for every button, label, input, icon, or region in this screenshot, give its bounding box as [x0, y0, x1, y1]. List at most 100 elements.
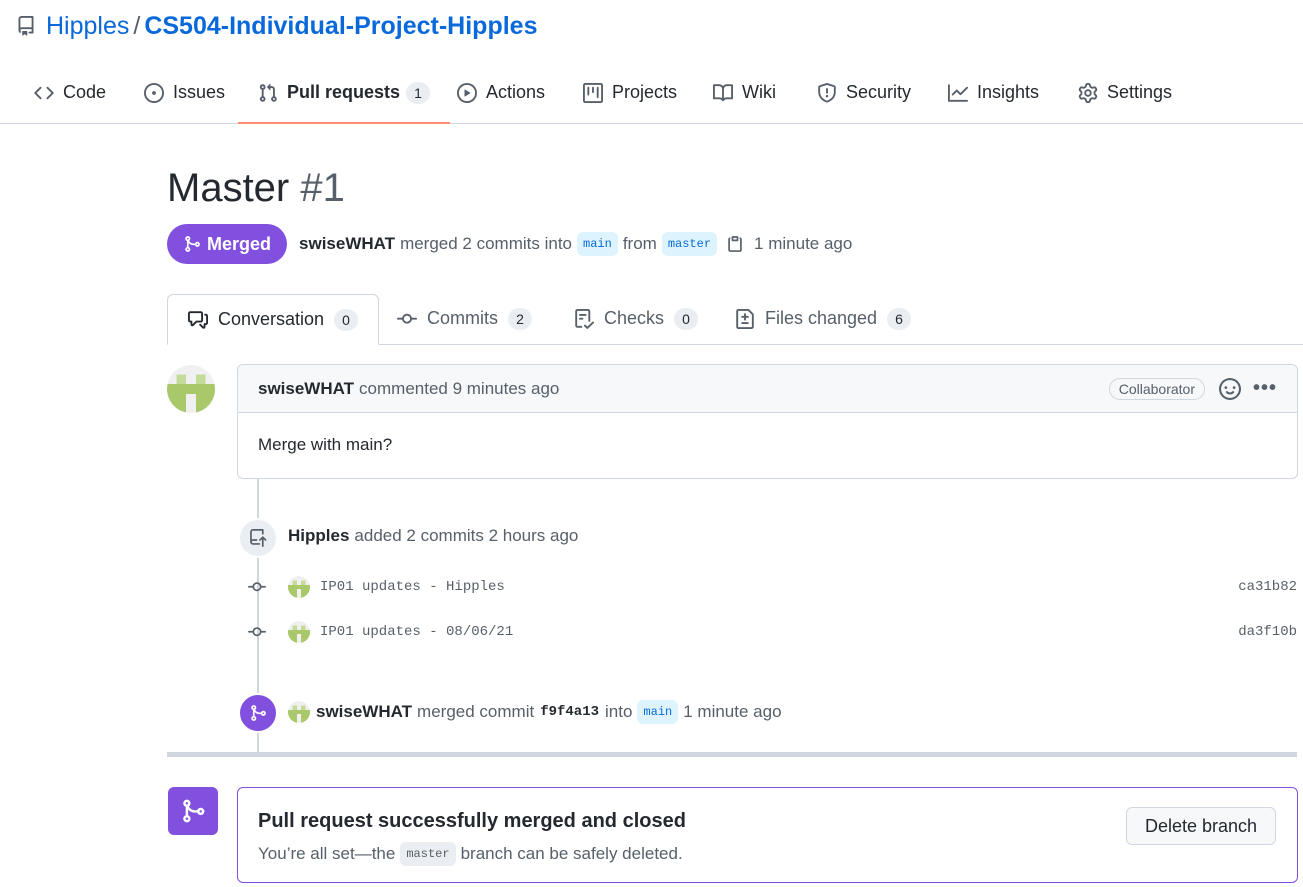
- tab-conversation[interactable]: Conversation 0: [167, 294, 380, 345]
- git-merge-icon: [251, 705, 266, 721]
- commit-icon: [248, 627, 266, 637]
- copy-icon[interactable]: [726, 235, 744, 253]
- tab-files-changed-counter: 6: [887, 307, 912, 330]
- merge-status-box: Pull request successfully merged and clo…: [237, 787, 1298, 883]
- merged-status-icon-box: [168, 787, 218, 835]
- nav-code[interactable]: Code: [34, 62, 106, 123]
- merge-sub-after: branch can be safely deleted.: [460, 844, 683, 863]
- delete-branch-button[interactable]: Delete branch: [1126, 807, 1276, 845]
- comment-author-link[interactable]: swiseWHAT: [258, 379, 354, 399]
- nav-actions[interactable]: Actions: [457, 62, 545, 123]
- pr-number: #1: [300, 166, 345, 210]
- graph-icon: [948, 83, 968, 102]
- merged-state-badge: Merged: [167, 224, 288, 264]
- nav-wiki-label: Wiki: [742, 82, 776, 102]
- shield-icon: [818, 82, 836, 103]
- list-item: IP01 updates - Hipples ca31b82: [248, 574, 1297, 600]
- tab-files-changed[interactable]: Files changed 6: [735, 294, 912, 343]
- git-merge-icon: [185, 236, 200, 252]
- merge-commit-sha-link[interactable]: f9f4a13: [540, 704, 599, 720]
- pr-author-link[interactable]: swiseWHAT: [299, 234, 395, 254]
- avatar[interactable]: [288, 701, 310, 723]
- commits-author-link[interactable]: Hipples: [288, 526, 349, 546]
- repo-icon: [18, 16, 34, 36]
- avatar[interactable]: [288, 576, 310, 598]
- code-icon: [34, 86, 54, 99]
- project-icon: [583, 82, 603, 103]
- repo-header: Hipples / CS504-Individual-Project-Hippl…: [16, 8, 537, 44]
- comment-box: swiseWHAT commented 9 minutes ago Collab…: [237, 364, 1298, 479]
- tab-commits[interactable]: Commits 2: [397, 294, 532, 343]
- comment-discussion-icon: [188, 310, 208, 329]
- merge-author-link[interactable]: swiseWHAT: [316, 702, 412, 722]
- pr-merged-text: merged 2 commits into: [400, 234, 573, 253]
- merge-event-badge: [238, 693, 278, 733]
- merged-state-label: Merged: [207, 233, 272, 254]
- nav-settings-label: Settings: [1107, 82, 1173, 102]
- play-icon: [457, 82, 477, 103]
- kebab-horizontal-icon[interactable]: •••: [1253, 377, 1277, 400]
- pr-title-text: Master: [167, 166, 290, 210]
- nav-security-label: Security: [846, 82, 912, 102]
- nav-insights[interactable]: Insights: [948, 62, 1039, 123]
- avatar[interactable]: [288, 621, 310, 643]
- tab-commits-counter: 2: [508, 307, 532, 330]
- book-icon: [713, 83, 733, 101]
- repo-owner-link[interactable]: Hipples: [46, 12, 129, 41]
- commits-added-text: added 2 commits 2 hours ago: [354, 526, 579, 545]
- merge-branch-label[interactable]: main: [637, 700, 679, 724]
- nav-pull-requests[interactable]: Pull requests 1: [237, 62, 451, 124]
- file-diff-icon: [736, 308, 754, 329]
- comment-action-text: commented 9 minutes ago: [359, 378, 560, 398]
- tab-conversation-label: Conversation: [218, 309, 325, 329]
- tab-checks-counter: 0: [674, 307, 699, 330]
- merge-sub-branch[interactable]: master: [400, 842, 456, 866]
- commit-sha-link[interactable]: ca31b82: [1238, 579, 1297, 595]
- avatar[interactable]: [167, 365, 215, 413]
- tab-checks-label: Checks: [604, 308, 665, 328]
- list-item: IP01 updates - 08/06/21 da3f10b: [248, 619, 1297, 645]
- issue-icon: [144, 82, 164, 103]
- pr-from-text: from: [622, 234, 657, 253]
- tab-conversation-counter: 0: [334, 308, 359, 331]
- nav-security[interactable]: Security: [817, 62, 911, 123]
- nav-issues[interactable]: Issues: [144, 62, 225, 123]
- gear-icon: [1078, 82, 1098, 103]
- pr-merged-time: 1 minute ago: [754, 234, 853, 253]
- nav-settings[interactable]: Settings: [1078, 62, 1172, 123]
- repo-push-icon: [250, 529, 267, 547]
- tab-checks[interactable]: Checks 0: [574, 294, 699, 343]
- commit-icon: [397, 313, 417, 324]
- tab-files-changed-label: Files changed: [765, 308, 878, 328]
- commit-message-link[interactable]: IP01 updates - Hipples: [320, 579, 505, 595]
- repo-push-badge: [238, 518, 278, 558]
- commit-sha-link[interactable]: da3f10b: [1238, 624, 1297, 640]
- merge-time: 1 minute ago: [683, 702, 782, 721]
- pull-requests-counter: 1: [406, 81, 431, 104]
- page-title: Master #1: [167, 166, 345, 211]
- base-branch-label[interactable]: main: [577, 232, 618, 256]
- nav-actions-label: Actions: [486, 82, 546, 102]
- timeline-divider: [167, 752, 1297, 757]
- merge-event-text: merged commit: [417, 702, 535, 721]
- merge-into-text: into: [605, 702, 633, 721]
- commit-icon: [248, 582, 266, 592]
- comment-header: swiseWHAT commented 9 minutes ago Collab…: [238, 365, 1297, 413]
- nav-projects-label: Projects: [612, 82, 678, 102]
- nav-code-label: Code: [63, 82, 107, 102]
- commits-added-event: Hipples added 2 commits 2 hours ago: [288, 526, 578, 546]
- smiley-icon[interactable]: [1218, 377, 1241, 400]
- tab-commits-label: Commits: [427, 308, 498, 328]
- commit-message-link[interactable]: IP01 updates - 08/06/21: [320, 624, 513, 640]
- repo-name-link[interactable]: CS504-Individual-Project-Hipples: [144, 12, 537, 41]
- repo-nav: Code Issues Pull requests 1 Actions Proj…: [0, 62, 1303, 124]
- merge-status-title: Pull request successfully merged and clo…: [258, 810, 686, 832]
- comment-body: Merge with main?: [258, 435, 393, 454]
- collaborator-badge: Collaborator: [1108, 377, 1205, 400]
- head-branch-label[interactable]: master: [661, 232, 718, 256]
- merge-event: swiseWHAT merged commit f9f4a13 into mai…: [288, 700, 782, 724]
- nav-pull-requests-label: Pull requests: [287, 82, 401, 102]
- nav-wiki[interactable]: Wiki: [713, 62, 776, 123]
- merge-status-subtitle: You’re all set—the master branch can be …: [258, 842, 683, 866]
- nav-projects[interactable]: Projects: [583, 62, 677, 123]
